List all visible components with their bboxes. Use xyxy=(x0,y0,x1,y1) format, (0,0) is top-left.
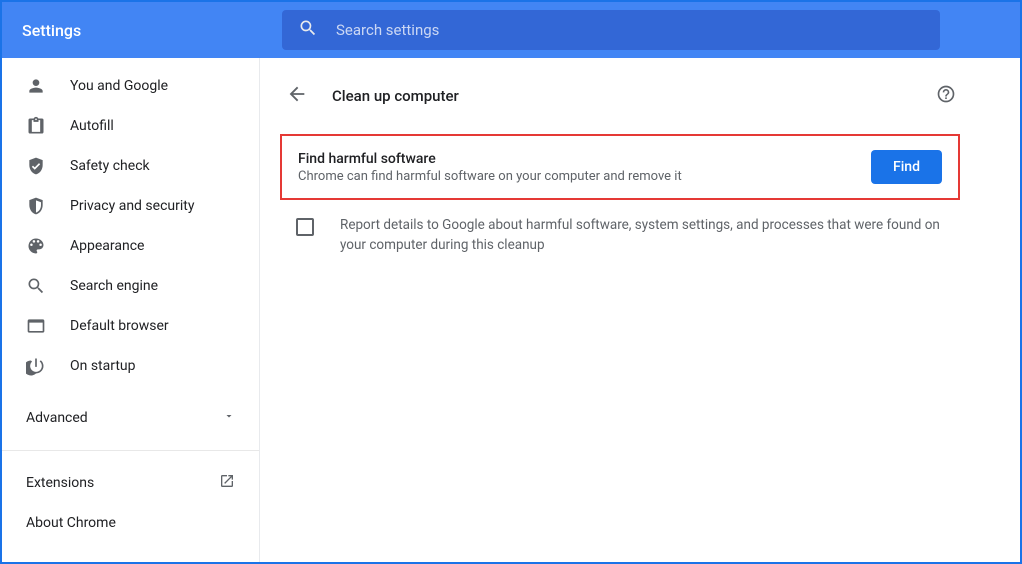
sidebar-item-about[interactable]: About Chrome xyxy=(2,503,259,543)
clipboard-icon xyxy=(26,116,46,136)
sidebar-item-label: Privacy and security xyxy=(70,198,194,214)
sidebar-item-label: Search engine xyxy=(70,278,158,294)
person-icon xyxy=(26,76,46,96)
sidebar-item-label: On startup xyxy=(70,358,136,374)
shield-check-icon xyxy=(26,156,46,176)
sidebar-item-autofill[interactable]: Autofill xyxy=(2,106,259,146)
sidebar-item-appearance[interactable]: Appearance xyxy=(2,226,259,266)
report-row: Report details to Google about harmful s… xyxy=(280,200,960,271)
report-checkbox[interactable] xyxy=(296,218,314,236)
sidebar-item-safety-check[interactable]: Safety check xyxy=(2,146,259,186)
sidebar-item-extensions[interactable]: Extensions xyxy=(2,463,259,503)
find-harmful-card: Find harmful software Chrome can find ha… xyxy=(280,134,960,200)
find-button[interactable]: Find xyxy=(871,150,942,184)
advanced-label: Advanced xyxy=(26,410,88,426)
search-input[interactable] xyxy=(336,21,924,39)
palette-icon xyxy=(26,236,46,256)
sidebar-advanced[interactable]: Advanced xyxy=(2,398,259,438)
about-label: About Chrome xyxy=(26,515,116,531)
app-title: Settings xyxy=(22,21,282,40)
sidebar-item-label: You and Google xyxy=(70,78,168,94)
help-icon xyxy=(936,84,956,108)
shield-security-icon xyxy=(26,196,46,216)
sidebar-item-privacy-security[interactable]: Privacy and security xyxy=(2,186,259,226)
sidebar-item-you-and-google[interactable]: You and Google xyxy=(2,66,259,106)
content-area: Clean up computer Find harmful software … xyxy=(260,58,1020,562)
sidebar-item-label: Safety check xyxy=(70,158,150,174)
sidebar-item-on-startup[interactable]: On startup xyxy=(2,346,259,386)
sidebar-item-label: Default browser xyxy=(70,318,169,334)
page-header: Clean up computer xyxy=(280,74,960,118)
search-icon xyxy=(298,18,318,42)
sidebar-divider xyxy=(2,450,259,451)
arrow-back-icon xyxy=(286,83,308,109)
open-external-icon xyxy=(219,473,235,493)
find-harmful-desc: Chrome can find harmful software on your… xyxy=(298,169,682,184)
find-harmful-text: Find harmful software Chrome can find ha… xyxy=(298,151,682,184)
report-description: Report details to Google about harmful s… xyxy=(340,216,944,255)
main-layout: You and Google Autofill Safety check Pri… xyxy=(2,58,1020,562)
search-icon xyxy=(26,276,46,296)
sidebar-item-default-browser[interactable]: Default browser xyxy=(2,306,259,346)
page-title: Clean up computer xyxy=(332,87,932,105)
sidebar-item-label: Autofill xyxy=(70,118,114,134)
help-button[interactable] xyxy=(932,80,960,112)
search-field[interactable] xyxy=(282,10,940,50)
find-harmful-title: Find harmful software xyxy=(298,151,682,167)
chevron-down-icon xyxy=(223,410,235,426)
sidebar-item-search-engine[interactable]: Search engine xyxy=(2,266,259,306)
power-icon xyxy=(26,356,46,376)
back-button[interactable] xyxy=(280,77,314,115)
sidebar-item-label: Appearance xyxy=(70,238,144,254)
browser-icon xyxy=(26,316,46,336)
app-header: Settings xyxy=(2,2,1020,58)
extensions-label: Extensions xyxy=(26,475,94,491)
sidebar: You and Google Autofill Safety check Pri… xyxy=(2,58,260,562)
